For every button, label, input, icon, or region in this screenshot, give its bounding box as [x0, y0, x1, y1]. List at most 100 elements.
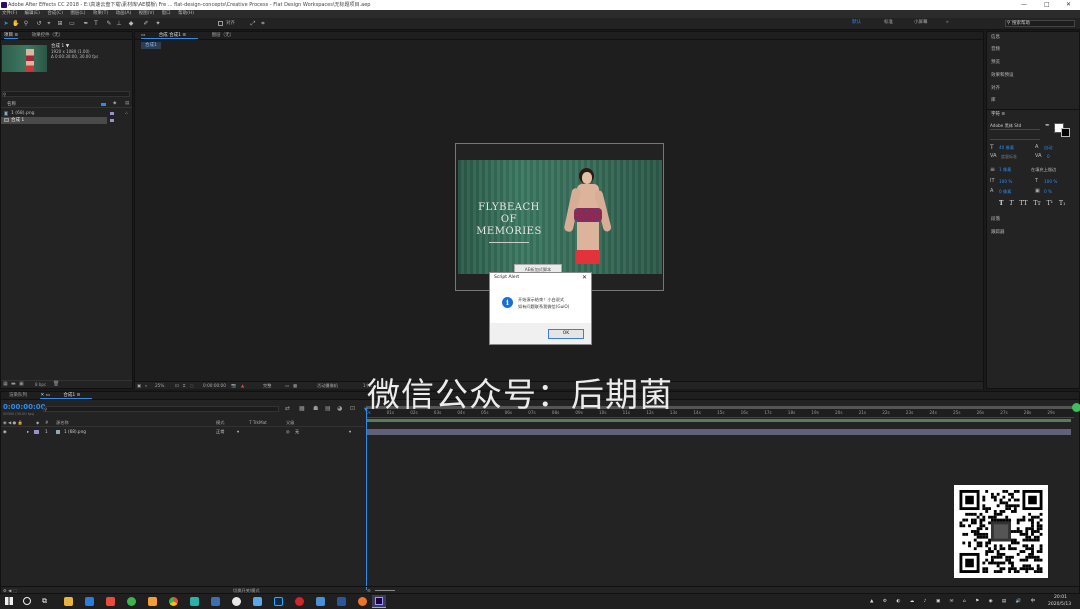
chrome-icon[interactable]: [169, 597, 178, 606]
work-area-green[interactable]: [367, 419, 1071, 422]
app-icon-wechat[interactable]: [232, 597, 241, 606]
app-icon-orange[interactable]: [148, 597, 157, 606]
column-parent[interactable]: 父级: [286, 420, 294, 426]
snap-checkbox[interactable]: [218, 21, 223, 26]
resolution-select[interactable]: 完整: [263, 382, 271, 389]
timeline-timecode[interactable]: 0:00:00:00: [3, 403, 46, 411]
layer-name[interactable]: 1 (68).png: [64, 429, 86, 434]
app-icon-red[interactable]: [106, 597, 115, 606]
close-icon[interactable]: ✕: [1066, 0, 1071, 10]
column-mode[interactable]: 模式: [216, 420, 224, 426]
app-icon-green[interactable]: [127, 597, 136, 606]
region-icon[interactable]: ▭: [285, 382, 289, 389]
brush-tool-icon[interactable]: ✎: [105, 20, 113, 28]
tab-timeline-comp[interactable]: ✕ ▭ 合成1 ≡: [40, 393, 93, 399]
workspace-default[interactable]: 默认: [852, 19, 861, 27]
tab-project[interactable]: 项目 ≡: [4, 33, 19, 39]
shy-icon[interactable]: ☗: [313, 405, 318, 412]
maximize-icon[interactable]: □: [1044, 0, 1050, 10]
app-icon-lightblue[interactable]: [253, 597, 262, 606]
menu-composition[interactable]: 合成(C): [47, 11, 63, 16]
project-search-input[interactable]: ⚲: [2, 91, 130, 98]
snapshot-icon[interactable]: 📷: [231, 382, 236, 389]
tab-layer[interactable]: 图层（无）: [212, 33, 235, 38]
graph-editor-icon[interactable]: ⊡: [350, 405, 355, 412]
tab-composition[interactable]: ▭ 合成 合成1 ≡: [141, 33, 199, 39]
cortana-icon[interactable]: [23, 597, 31, 605]
column-trkmat[interactable]: T TrkMat: [249, 420, 267, 425]
menu-window[interactable]: 窗口: [162, 11, 171, 16]
subscript-button[interactable]: T₁: [1059, 200, 1065, 207]
app-icon-cube[interactable]: [316, 597, 325, 606]
baseline-value[interactable]: 0 像素: [999, 189, 1011, 195]
panel-preview[interactable]: 预览: [991, 59, 1000, 65]
font-style-select[interactable]: [990, 134, 1040, 140]
panel-info[interactable]: 信息: [991, 34, 1000, 40]
vertical-scale-value[interactable]: 100 %: [999, 179, 1012, 184]
app-icon-blue[interactable]: [85, 597, 94, 606]
layer-parent-select[interactable]: 无: [295, 429, 299, 435]
menu-view[interactable]: 视图(V): [139, 11, 155, 16]
app-icon-teal[interactable]: [190, 597, 199, 606]
comp-canvas-frame[interactable]: FLYBEACH OF MEMORIES AE新加式脚本: [455, 143, 664, 291]
bpc-label[interactable]: 8 bpc: [35, 382, 46, 387]
tsume-value[interactable]: 0 %: [1044, 189, 1052, 194]
color-channel-icon[interactable]: ▲: [241, 382, 244, 389]
snap-option-icon[interactable]: ⤢: [249, 20, 257, 28]
leading-value[interactable]: 自动: [1044, 145, 1052, 151]
layer-mode-select[interactable]: 正常: [216, 429, 224, 435]
panel-tracker[interactable]: 跟踪器: [991, 229, 1005, 235]
panel-effects-presets[interactable]: 效果和预设: [991, 72, 1014, 78]
zoom-slider[interactable]: [375, 590, 395, 591]
viewer-timecode[interactable]: 0:00:00:00: [203, 382, 226, 389]
layer-duration-bar[interactable]: [367, 429, 1071, 435]
column-name-header[interactable]: 名称: [7, 101, 16, 108]
task-view-icon[interactable]: ⧉: [42, 597, 47, 606]
font-family-select[interactable]: Adobe 黑体 Std: [990, 123, 1040, 130]
ok-button[interactable]: OK: [548, 329, 584, 339]
zoom-tool-icon[interactable]: ⚲: [22, 20, 30, 28]
panel-align[interactable]: 对齐: [991, 85, 1000, 91]
word-icon[interactable]: [337, 597, 346, 606]
stroke-mode-select[interactable]: 在填充上描边: [1031, 167, 1056, 173]
after-effects-taskbar-icon[interactable]: [372, 595, 386, 608]
visibility-icon[interactable]: ◉: [3, 429, 7, 434]
file-explorer-icon[interactable]: [64, 597, 73, 606]
small-caps-button[interactable]: Tт: [1033, 200, 1040, 207]
new-folder-icon[interactable]: ▬: [11, 381, 16, 387]
roto-tool-icon[interactable]: ✐: [142, 20, 150, 28]
faux-italic-button[interactable]: T: [1009, 200, 1013, 207]
timeline-search-input[interactable]: ⚲: [43, 406, 279, 413]
new-comp-icon[interactable]: ▣: [19, 381, 24, 387]
menu-help[interactable]: 帮助(H): [178, 11, 194, 16]
dialog-close-icon[interactable]: ✕: [582, 273, 587, 283]
pan-tool-icon[interactable]: ⊞: [56, 20, 64, 28]
app-icon-netease[interactable]: [295, 597, 304, 606]
horizontal-scale-value[interactable]: 100 %: [1044, 179, 1057, 184]
kerning-value[interactable]: 度量标准: [1001, 154, 1017, 160]
panel-library[interactable]: 库: [991, 97, 996, 103]
stroke-width-value[interactable]: 1 像素: [999, 167, 1011, 173]
snap-edge-icon[interactable]: ⌗: [259, 20, 267, 28]
workspace-more-icon[interactable]: »: [946, 19, 949, 27]
layer-label-color[interactable]: [34, 430, 39, 434]
eraser-tool-icon[interactable]: ◆: [127, 20, 135, 28]
pen-tool-icon[interactable]: ✒: [82, 20, 90, 28]
photoshop-icon[interactable]: [274, 597, 283, 606]
workspace-standard[interactable]: 标准: [884, 19, 893, 27]
superscript-button[interactable]: T¹: [1047, 200, 1053, 207]
expand-arrow-icon[interactable]: ▸: [27, 429, 29, 434]
zoom-out-icon[interactable]: ⊖: [367, 588, 371, 593]
rectangle-tool-icon[interactable]: ▭: [68, 20, 76, 28]
camera-select[interactable]: 活动摄像机: [317, 382, 338, 389]
list-item[interactable]: 1 (68).png ⛬: [1, 110, 132, 117]
parent-pickwhip-icon[interactable]: ◎: [286, 429, 290, 434]
tab-render-queue[interactable]: 渲染队列: [9, 393, 27, 398]
app-icon-monitor[interactable]: [211, 597, 220, 606]
transparency-grid-icon[interactable]: ▩: [293, 382, 297, 389]
zoom-select[interactable]: 25%: [155, 382, 164, 389]
menu-layer[interactable]: 图层(L): [70, 11, 85, 16]
list-item[interactable]: 合成 1: [1, 117, 107, 124]
selection-tool-icon[interactable]: ➤: [2, 20, 10, 28]
windows-start-icon[interactable]: [5, 597, 13, 605]
